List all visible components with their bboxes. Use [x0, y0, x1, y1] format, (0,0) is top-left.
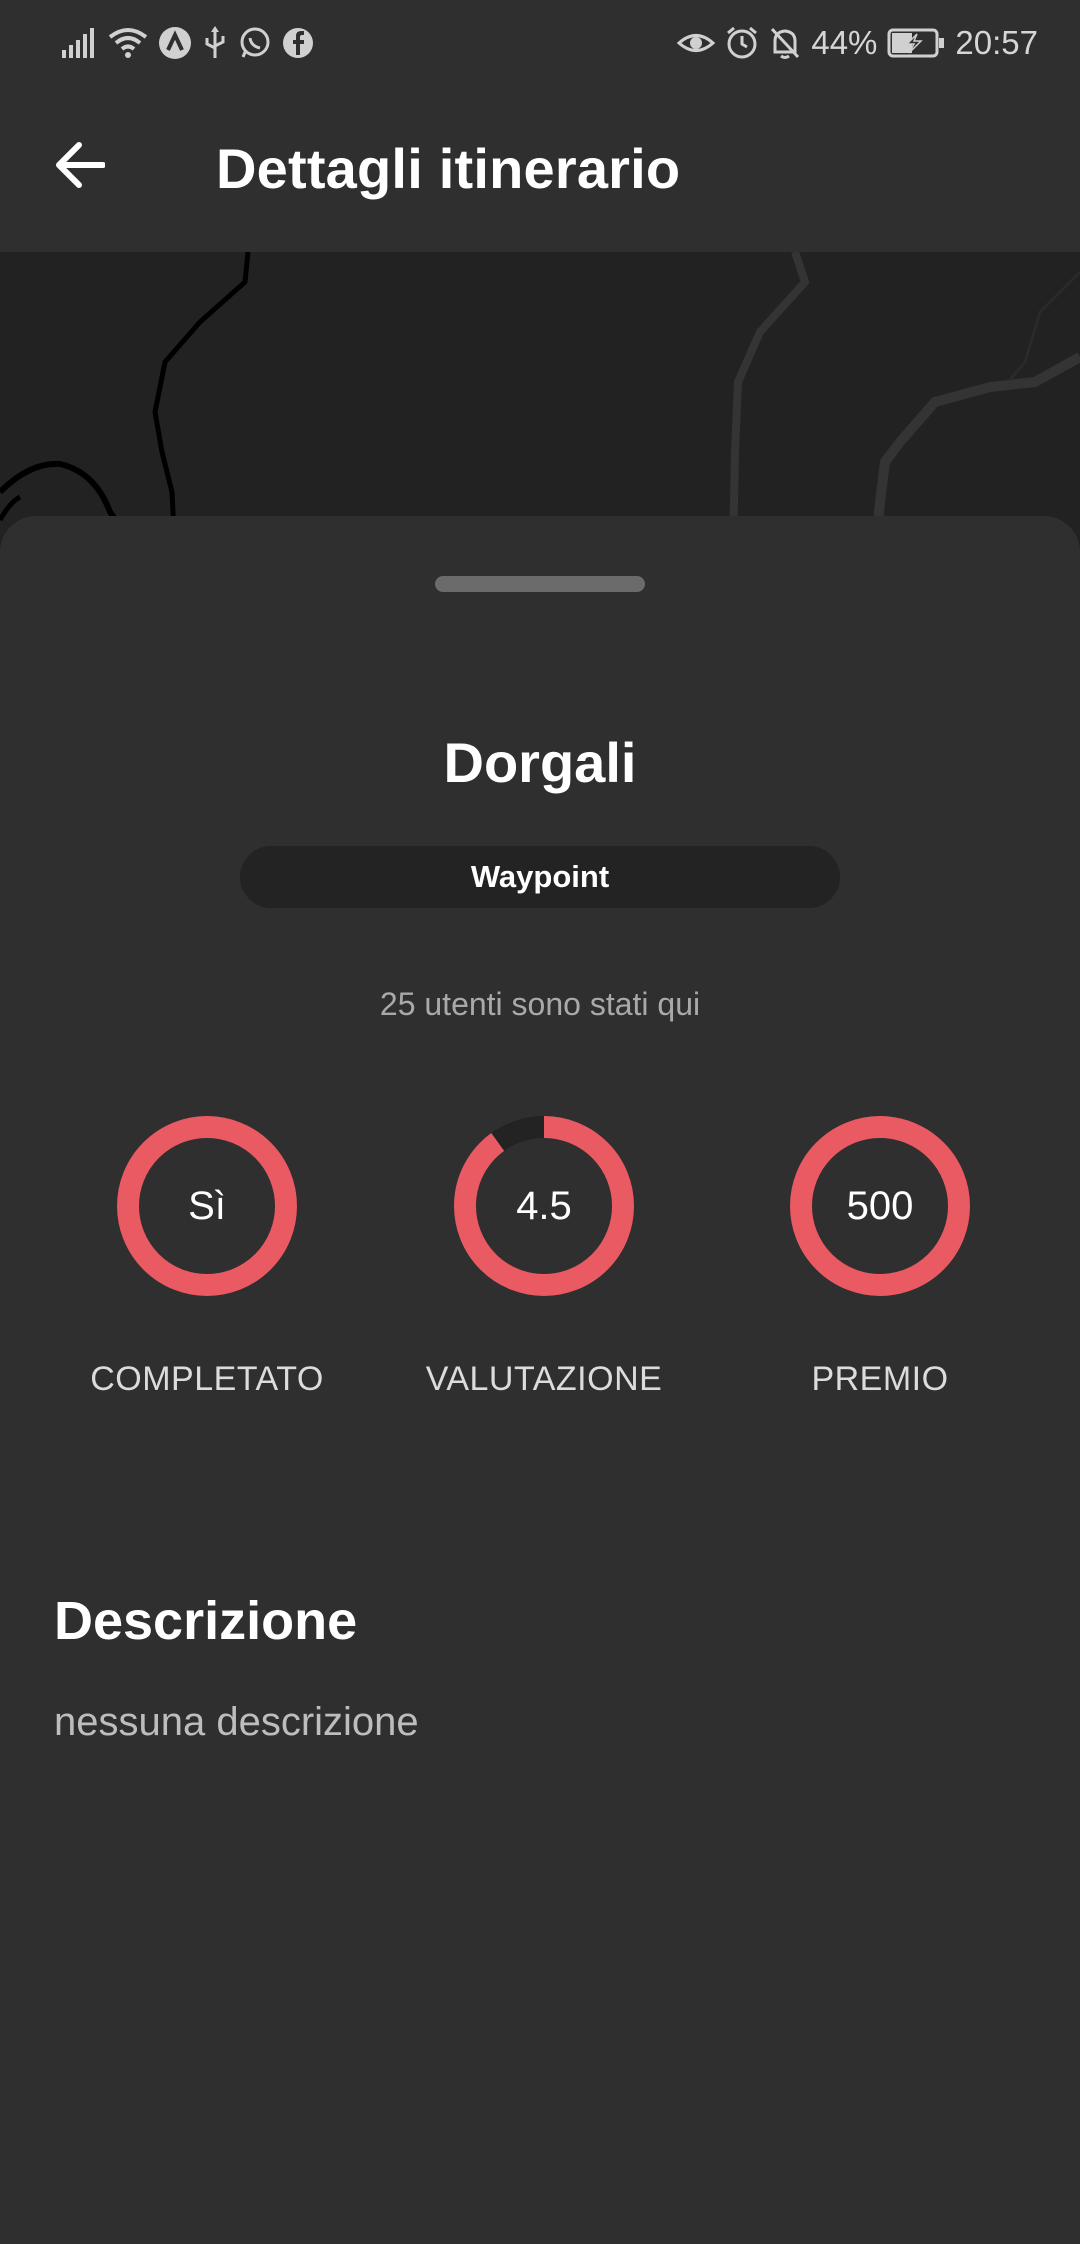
map-view[interactable] — [0, 252, 1080, 552]
app-notification-icon — [158, 26, 192, 60]
screen: 44% 20:57 Dettagli itinerario Dorgali Wa… — [0, 0, 1080, 2244]
usb-icon — [202, 26, 228, 60]
stats-row: Sì COMPLETATO 4.5 VALUTAZIONE 500 PREMIO — [0, 1116, 1080, 1416]
page-title: Dettagli itinerario — [216, 137, 681, 200]
arrow-back-icon — [53, 141, 106, 194]
app-bar: Dettagli itinerario — [0, 86, 1080, 252]
type-chip: Waypoint — [240, 846, 840, 908]
type-chip-label: Waypoint — [470, 859, 610, 894]
rating-value: 4.5 — [516, 1183, 572, 1228]
description-text: nessuna descrizione — [54, 1700, 419, 1744]
stat-rating: 4.5 VALUTAZIONE — [374, 1116, 714, 1416]
alarm-icon — [725, 26, 759, 60]
battery-charging-icon — [887, 28, 945, 58]
rating-label: VALUTAZIONE — [425, 1360, 663, 1398]
reward-label: PREMIO — [811, 1360, 949, 1398]
whatsapp-icon — [238, 26, 272, 60]
status-right: 44% 20:57 — [677, 22, 1038, 64]
stat-completed: Sì COMPLETATO — [37, 1116, 377, 1416]
reward-value: 500 — [846, 1183, 914, 1228]
description-title: Descrizione — [54, 1591, 358, 1651]
completed-label: COMPLETATO — [90, 1360, 324, 1398]
eye-comfort-icon — [677, 28, 716, 58]
signal-icon — [62, 28, 98, 58]
details-sheet: Dorgali Waypoint 25 utenti sono stati qu… — [0, 516, 1080, 2244]
status-left-icons — [62, 22, 314, 64]
visitors-count: 25 utenti sono stati qui — [379, 986, 701, 1022]
clock-time: 20:57 — [955, 24, 1038, 61]
facebook-icon — [282, 27, 314, 59]
map-roads — [0, 252, 1080, 552]
wifi-icon — [108, 27, 148, 59]
back-button[interactable] — [40, 128, 118, 206]
drag-handle[interactable] — [435, 576, 645, 592]
completed-value: Sì — [188, 1183, 226, 1228]
battery-percent: 44% — [811, 24, 878, 61]
notifications-off-icon — [769, 26, 801, 60]
place-name: Dorgali — [443, 731, 637, 794]
status-bar: 44% 20:57 — [0, 0, 1080, 86]
stat-reward: 500 PREMIO — [710, 1116, 1050, 1416]
